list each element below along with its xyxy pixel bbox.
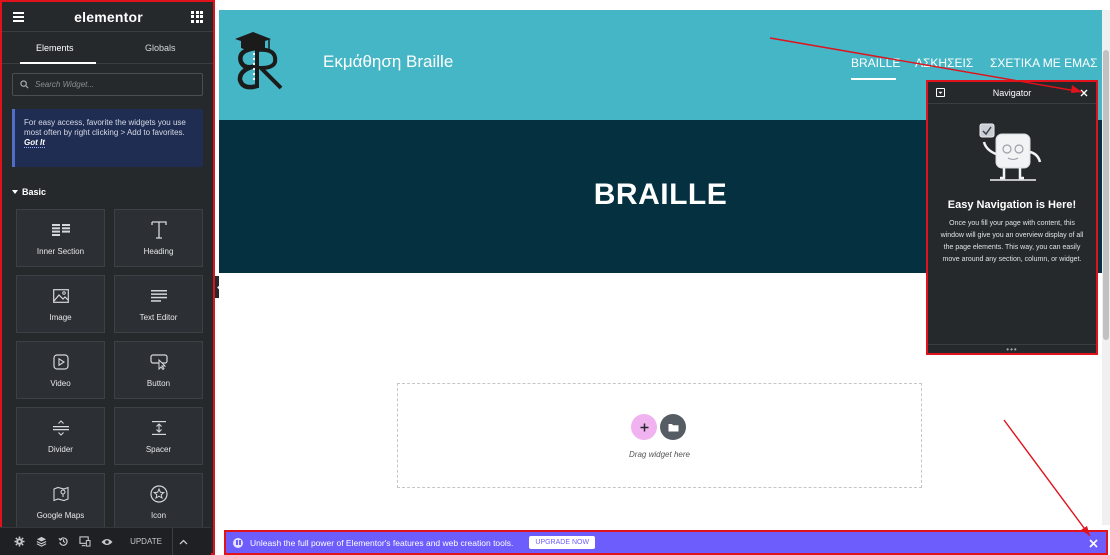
widget-label: Icon (150, 510, 167, 520)
button-icon (149, 353, 168, 370)
search-box (12, 73, 203, 96)
collapse-icon[interactable] (936, 88, 945, 97)
navigator-header[interactable]: Navigator (928, 82, 1096, 104)
drop-zone-text: Drag widget here (629, 450, 690, 459)
promo-text: Unleash the full power of Elementor's fe… (250, 537, 514, 548)
preview-icon[interactable] (96, 528, 118, 555)
widget-text-editor[interactable]: Text Editor (114, 275, 203, 333)
navigator-body: Once you fill your page with content, th… (940, 220, 1084, 263)
layers-icon[interactable] (30, 528, 52, 555)
navigator-resize-handle[interactable]: ••• (928, 344, 1096, 354)
navigator-panel: Navigator Easy Navigation is Here! Once … (926, 80, 1098, 355)
widget-label: Image (49, 312, 72, 322)
star-icon (149, 484, 168, 503)
tab-elements[interactable]: Elements (2, 32, 108, 64)
category-basic[interactable]: Basic (12, 187, 213, 197)
widgets-grid-icon[interactable] (191, 10, 203, 23)
elementor-badge-icon (233, 537, 243, 548)
widget-label: Video (50, 378, 71, 388)
widget-label: Heading (143, 246, 174, 256)
upgrade-now-button[interactable]: UPGRADE NOW (529, 536, 596, 549)
divider-icon (52, 419, 69, 436)
nav-item-sxetika[interactable]: ΣΧΕΤΙΚΑ ΜΕ ΕΜΑΣ (990, 56, 1098, 70)
search-icon (20, 80, 29, 89)
add-template-button[interactable] (660, 414, 686, 440)
widget-heading[interactable]: Heading (114, 209, 203, 267)
drop-zone[interactable]: Drag widget here (397, 383, 922, 488)
close-icon[interactable] (1089, 535, 1098, 551)
heading-icon (150, 220, 167, 239)
navigator-title: Navigator (992, 87, 1032, 98)
tab-globals[interactable]: Globals (108, 32, 214, 63)
tip-text: For easy access, favorite the widgets yo… (24, 118, 195, 148)
widget-icon[interactable]: Icon (114, 473, 203, 531)
widget-inner-section[interactable]: Inner Section (16, 209, 105, 267)
update-button[interactable]: UPDATE (124, 537, 168, 546)
chevron-up-icon[interactable] (172, 527, 194, 555)
panel-tabs: Elements Globals (2, 32, 213, 64)
nav-item-askiseis[interactable]: ΑΣΚΗΣΕΙΣ (915, 56, 973, 70)
editor-screen: elementor Elements Globals For easy acce… (0, 0, 1110, 555)
elementor-logo: elementor (74, 8, 143, 25)
widget-label: Text Editor (139, 312, 178, 322)
responsive-icon[interactable] (74, 528, 96, 555)
widget-grid: Inner Section Heading Image Text Editor … (16, 209, 205, 531)
panel-header: elementor (2, 2, 213, 32)
spacer-icon (151, 420, 166, 435)
navigator-heading: Easy Navigation is Here! (947, 199, 1077, 211)
got-it-link[interactable]: Got It (24, 138, 45, 148)
favorites-tip: For easy access, favorite the widgets yo… (12, 109, 203, 167)
panel-footer: UPDATE (0, 527, 211, 555)
nav-item-braille[interactable]: BRAILLE (851, 56, 900, 70)
plus-icon (640, 423, 648, 431)
add-section-button[interactable] (631, 414, 657, 440)
search-input[interactable] (35, 80, 185, 89)
menu-icon[interactable] (12, 11, 26, 23)
widget-google-maps[interactable]: Google Maps (16, 473, 105, 531)
drop-zone-buttons (631, 414, 686, 440)
widget-label: Spacer (145, 444, 172, 454)
navigator-illustration (979, 123, 1042, 181)
widget-label: Divider (48, 444, 73, 454)
video-icon (52, 353, 69, 370)
promo-bar: Unleash the full power of Elementor's fe… (224, 530, 1108, 555)
widget-label: Inner Section (36, 246, 85, 256)
widget-image[interactable]: Image (16, 275, 105, 333)
widget-label: Google Maps (36, 510, 85, 520)
site-title[interactable]: Εκμάθηση Braille (323, 52, 453, 72)
widget-button[interactable]: Button (114, 341, 203, 399)
tip-message: For easy access, favorite the widgets yo… (24, 118, 186, 137)
active-nav-underline (851, 78, 896, 80)
widget-spacer[interactable]: Spacer (114, 407, 203, 465)
text-editor-icon (150, 289, 167, 302)
inner-section-icon (51, 223, 70, 236)
widget-label: Button (146, 378, 171, 388)
folder-icon (668, 423, 678, 431)
braille-logo[interactable] (231, 30, 287, 90)
widget-video[interactable]: Video (16, 341, 105, 399)
settings-icon[interactable] (8, 528, 30, 555)
widget-divider[interactable]: Divider (16, 407, 105, 465)
image-icon (52, 288, 69, 303)
scrollbar-thumb[interactable] (1103, 50, 1109, 340)
caret-down-icon (12, 190, 18, 194)
close-icon[interactable] (1080, 86, 1088, 100)
category-label: Basic (22, 187, 47, 197)
google-maps-icon (52, 486, 69, 501)
canvas-scrollbar[interactable] (1102, 10, 1110, 525)
history-icon[interactable] (52, 528, 74, 555)
